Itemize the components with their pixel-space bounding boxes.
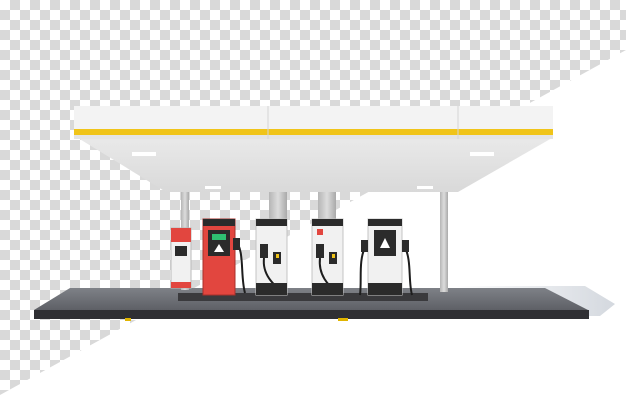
pump-4-indicator xyxy=(317,229,323,235)
fuel-pump-4 xyxy=(311,218,344,296)
pump-3-cap xyxy=(256,219,287,226)
pump-1-top xyxy=(171,228,191,242)
pump-4-nozzle-tag xyxy=(332,254,335,258)
pump-5-hose-right xyxy=(403,244,413,296)
fuel-pump-2 xyxy=(202,218,246,296)
canopy xyxy=(74,106,553,192)
pump-3-base xyxy=(256,283,287,295)
pump-1-base xyxy=(171,282,191,288)
pump-3-nozzle-left xyxy=(260,244,268,258)
platform-marker-left xyxy=(125,318,131,321)
canopy-stripe xyxy=(74,129,553,135)
pump-2-display xyxy=(212,234,226,240)
platform-edge xyxy=(34,310,589,319)
fuel-pump-5 xyxy=(359,218,413,296)
canopy-underside xyxy=(78,138,552,192)
canopy-light-4 xyxy=(417,186,433,189)
pump-5-cap xyxy=(368,219,402,226)
pump-2-screen xyxy=(208,230,230,256)
canopy-fascia-bottom xyxy=(74,135,553,139)
pump-2-cap xyxy=(203,219,235,226)
canopy-light-1 xyxy=(132,152,156,156)
pump-4-nozzle-left xyxy=(316,244,324,258)
canopy-light-3 xyxy=(205,186,221,189)
pump-5-nozzle-left xyxy=(361,240,368,252)
pump-1-screen xyxy=(175,246,187,256)
gas-station-scene xyxy=(0,0,626,417)
canopy-fascia xyxy=(74,106,553,130)
canopy-light-2 xyxy=(470,152,494,156)
pump-2-nozzle xyxy=(233,238,240,250)
fuel-pump-1 xyxy=(170,227,192,289)
pump-5-base xyxy=(368,283,402,295)
pump-4-cap xyxy=(312,219,343,226)
pump-5-hose-left xyxy=(359,244,367,296)
platform-marker-center xyxy=(338,318,348,321)
gas-station-illustration xyxy=(34,106,615,321)
column-right xyxy=(440,185,448,292)
fuel-pump-3 xyxy=(255,218,288,296)
pump-3-nozzle-tag xyxy=(276,254,279,258)
pump-4-base xyxy=(312,283,343,295)
pump-5-nozzle-right xyxy=(402,240,409,252)
